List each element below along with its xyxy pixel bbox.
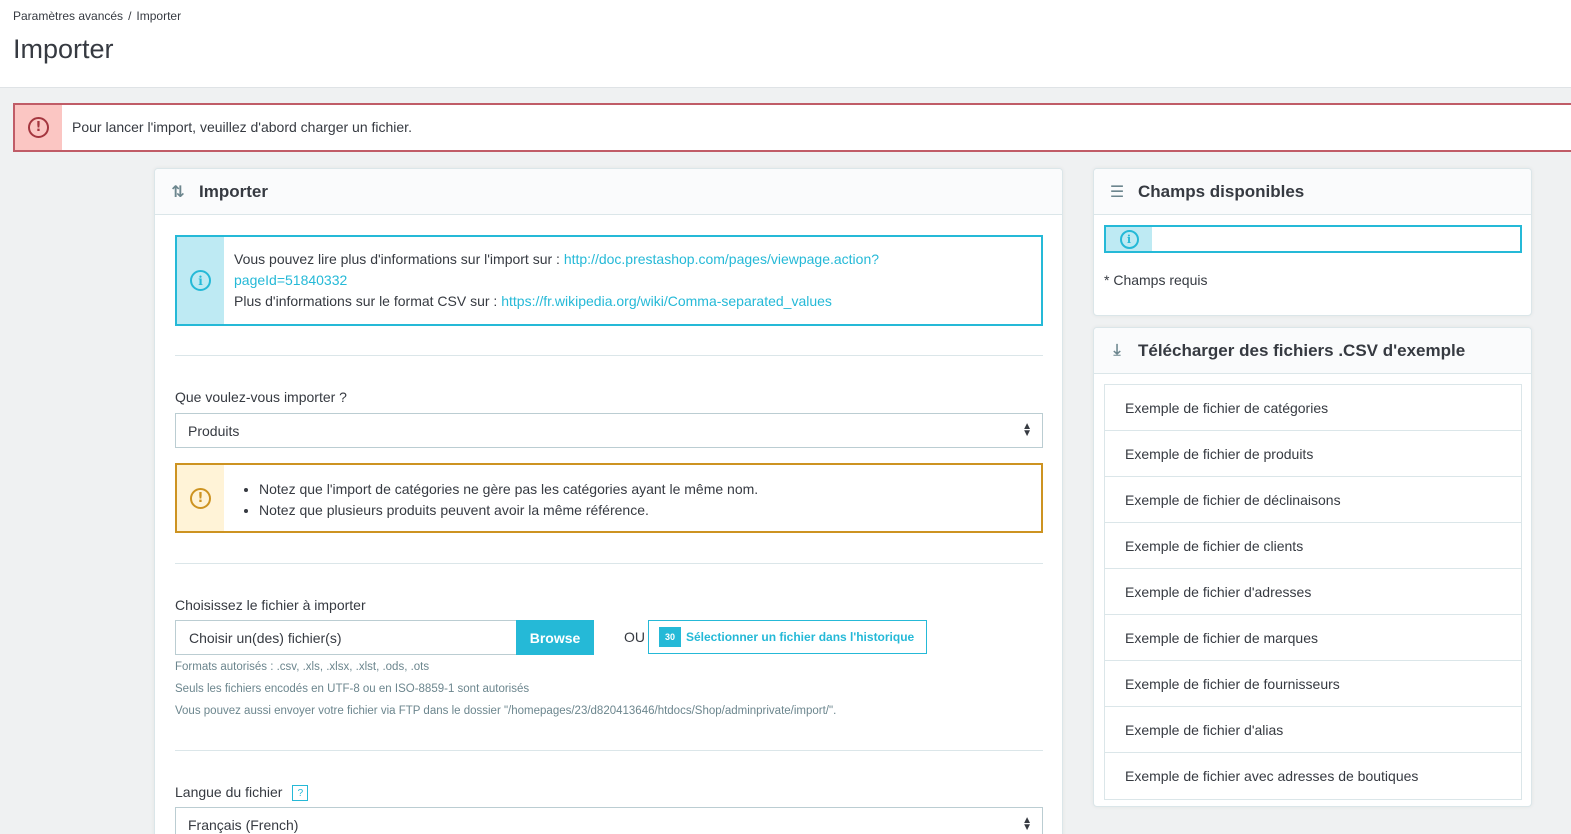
divider	[175, 563, 1043, 564]
info-line2-text: Plus d'informations sur le format CSV su…	[234, 293, 498, 309]
lang-select-value: Français (French)	[188, 817, 299, 833]
warning-item: Notez que plusieurs produits peuvent avo…	[259, 500, 758, 521]
csv-card-header: ⤓ Télécharger des fichiers .CSV d'exempl…	[1094, 328, 1531, 374]
fields-card: ☰ Champs disponibles i * Champs requis	[1093, 168, 1532, 316]
lang-label-text: Langue du fichier	[175, 784, 283, 800]
help-formats: Formats autorisés : .csv, .xls, .xlsx, .…	[175, 661, 430, 673]
csv-example-store-addresses[interactable]: Exemple de fichier avec adresses de bout…	[1105, 753, 1521, 799]
history-file-label: Sélectionner un fichier dans l'historiqu…	[686, 630, 915, 644]
csv-example-combinations[interactable]: Exemple de fichier de déclinaisons	[1105, 477, 1521, 523]
fields-info-box: i	[1104, 225, 1522, 253]
warning-icon: !	[190, 487, 211, 509]
lang-label: Langue du fichier?	[175, 784, 309, 802]
warning-item: Notez que l'import de catégories ne gère…	[259, 479, 758, 500]
csv-example-brands[interactable]: Exemple de fichier de marques	[1105, 615, 1521, 661]
lang-select[interactable]: Français (French) ▲ ▼	[175, 807, 1043, 834]
csv-example-categories[interactable]: Exemple de fichier de catégories	[1105, 385, 1521, 431]
file-input[interactable]: Choisir un(des) fichier(s)	[175, 620, 517, 655]
csv-card-title: Télécharger des fichiers .CSV d'exemple	[1138, 340, 1466, 360]
info-text: Vous pouvez lire plus d'informations sur…	[234, 249, 1034, 312]
page-title: Importer	[13, 34, 114, 64]
divider	[175, 750, 1043, 751]
warning-list: Notez que l'import de catégories ne gère…	[259, 479, 758, 521]
divider	[175, 355, 1043, 356]
csv-example-suppliers[interactable]: Exemple de fichier de fournisseurs	[1105, 661, 1521, 707]
or-label: OU	[624, 629, 645, 645]
browse-button[interactable]: Browse	[516, 620, 594, 655]
info-icon: i	[1119, 229, 1139, 249]
help-encoding: Seuls les fichiers encodés en UTF-8 ou e…	[175, 683, 530, 695]
breadcrumb-current: Importer	[136, 9, 182, 23]
breadcrumb: Paramètres avancés / Importer	[13, 9, 181, 23]
alert-circle-icon: !	[28, 117, 49, 138]
info-icon: i	[190, 270, 211, 291]
entity-label: Que voulez-vous importer ?	[175, 389, 347, 405]
fields-card-title: Champs disponibles	[1138, 181, 1305, 201]
alert-icon-box: !	[15, 105, 62, 150]
history-file-button[interactable]: 30 Sélectionner un fichier dans l'histor…	[648, 620, 927, 654]
help-ftp: Vous pouvez aussi envoyer votre fichier …	[175, 705, 837, 717]
entity-select[interactable]: Produits ▲ ▼	[175, 413, 1043, 448]
calendar-icon: 30	[659, 627, 681, 647]
select-arrows-icon: ▲ ▼	[1022, 815, 1032, 833]
list-icon: ☰	[1109, 183, 1125, 201]
csv-example-alias[interactable]: Exemple de fichier d'alias	[1105, 707, 1521, 753]
info-line1-text: Vous pouvez lire plus d'informations sur…	[234, 251, 560, 267]
import-info-box: i Vous pouvez lire plus d'informations s…	[175, 235, 1043, 326]
download-icon: ⤓	[1113, 341, 1121, 359]
csv-example-list: Exemple de fichier de catégories Exemple…	[1104, 384, 1522, 800]
alert-text: Pour lancer l'import, veuillez d'abord c…	[72, 119, 412, 135]
required-note: * Champs requis	[1104, 272, 1208, 288]
csv-example-products[interactable]: Exemple de fichier de produits	[1105, 431, 1521, 477]
page-header: Paramètres avancés / Importer Importer	[0, 0, 1571, 88]
warning-box: ! Notez que l'import de catégories ne gè…	[175, 463, 1043, 533]
import-card-title: Importer	[199, 181, 268, 201]
info-icon-box: i	[177, 237, 224, 324]
breadcrumb-separator: /	[128, 9, 132, 23]
breadcrumb-parent[interactable]: Paramètres avancés	[13, 9, 123, 23]
entity-select-value: Produits	[188, 423, 240, 439]
csv-wiki-link[interactable]: https://fr.wikipedia.org/wiki/Comma-sepa…	[501, 293, 832, 309]
warning-icon-box: !	[177, 465, 224, 531]
file-label: Choisissez le fichier à importer	[175, 597, 366, 613]
info-icon-box: i	[1106, 227, 1152, 251]
help-question-icon[interactable]: ?	[292, 785, 309, 802]
import-card-header: ⇅ Importer	[155, 169, 1062, 215]
import-card: ⇅ Importer i Vous pouvez lire plus d'inf…	[154, 168, 1063, 834]
fields-card-header: ☰ Champs disponibles	[1094, 169, 1531, 215]
csv-examples-card: ⤓ Télécharger des fichiers .CSV d'exempl…	[1093, 327, 1532, 807]
error-alert: ! Pour lancer l'import, veuillez d'abord…	[13, 103, 1571, 152]
select-arrows-icon: ▲ ▼	[1022, 421, 1032, 439]
csv-example-customers[interactable]: Exemple de fichier de clients	[1105, 523, 1521, 569]
sort-arrows-icon: ⇅	[171, 183, 185, 201]
csv-example-addresses[interactable]: Exemple de fichier d'adresses	[1105, 569, 1521, 615]
